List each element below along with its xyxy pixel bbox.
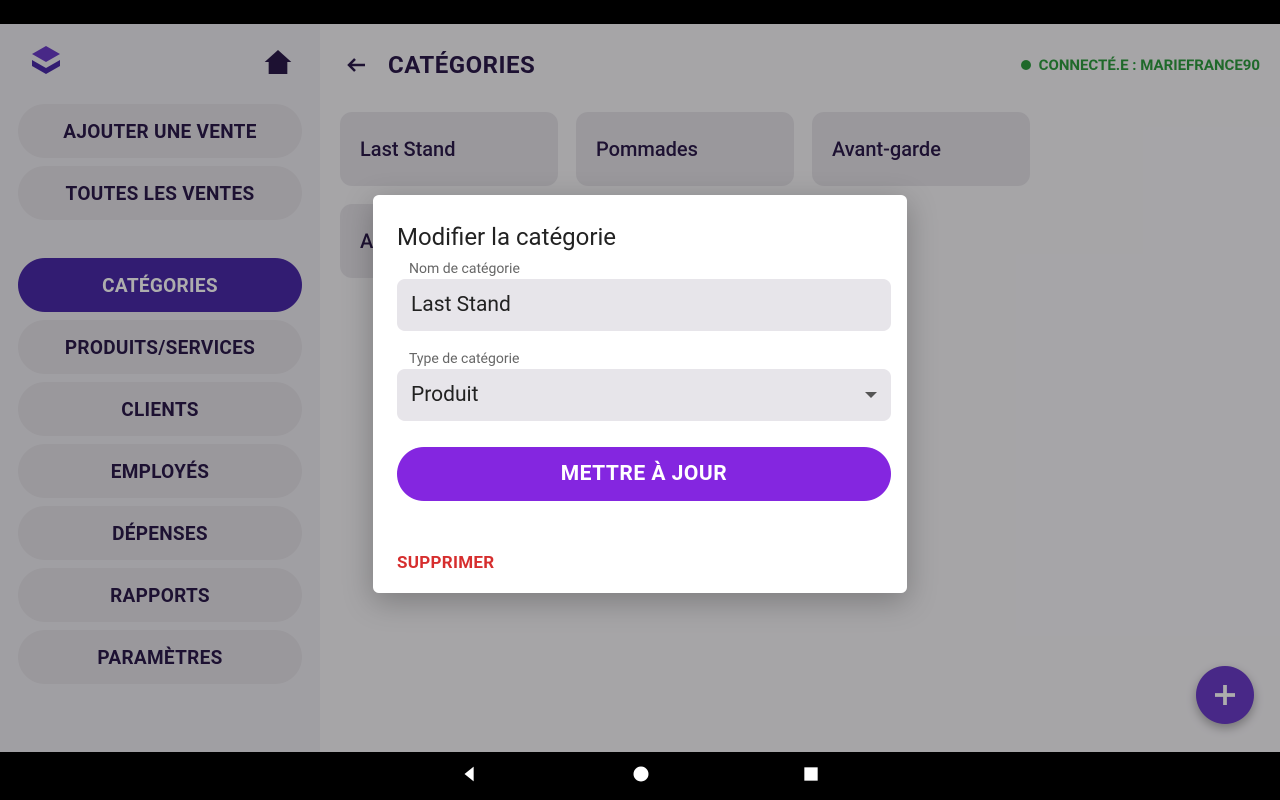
nav-recent-icon[interactable]: [801, 764, 821, 788]
delete-button[interactable]: SUPPRIMER: [397, 553, 495, 573]
category-type-label: Type de catégorie: [409, 351, 889, 367]
nav-back-icon[interactable]: [459, 763, 481, 789]
edit-category-modal: Modifier la catégorie Nom de catégorie T…: [373, 195, 907, 593]
category-name-input[interactable]: [397, 279, 891, 331]
category-type-select[interactable]: Produit: [397, 369, 891, 421]
android-status-bar: [0, 0, 1280, 24]
category-type-value: Produit: [411, 383, 479, 407]
modal-title: Modifier la catégorie: [397, 223, 889, 251]
chevron-down-icon: [865, 392, 877, 398]
nav-home-icon[interactable]: [631, 764, 651, 788]
update-button[interactable]: METTRE À JOUR: [397, 447, 891, 501]
category-name-label: Nom de catégorie: [409, 261, 889, 277]
android-nav-bar: [0, 752, 1280, 800]
